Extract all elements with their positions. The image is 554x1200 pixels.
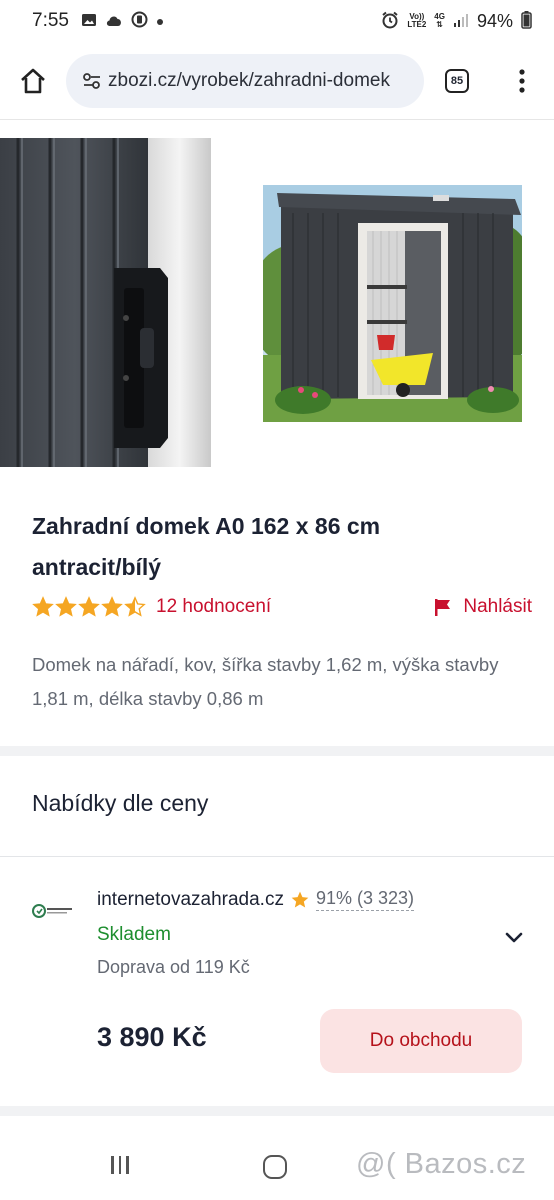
report-link[interactable]: Nahlásit	[433, 596, 532, 618]
volte-indicator: Vo)) LTE2	[407, 13, 426, 29]
star-icon	[291, 891, 309, 907]
go-to-shop-button[interactable]: Do obchodu	[320, 1009, 522, 1073]
cloud-icon	[105, 13, 123, 30]
star-icon	[124, 596, 146, 617]
section-divider	[0, 746, 554, 756]
browser-toolbar: zbozi.cz/vyrobek/zahradni-domek 85	[0, 42, 554, 120]
report-label: Nahlásit	[463, 596, 532, 617]
star-icon	[101, 596, 123, 617]
reviews-link[interactable]: 12 hodnocení	[156, 596, 271, 618]
tune-icon[interactable]	[76, 72, 108, 90]
product-description: Domek na nářadí, kov, šířka stavby 1,62 …	[32, 654, 499, 709]
more-options-button[interactable]	[490, 42, 554, 120]
expand-offer-button[interactable]	[500, 926, 528, 950]
shop-row: internetovazahrada.cz 91% (3 323)	[97, 888, 415, 911]
more-vert-icon	[519, 68, 525, 93]
shop-logo	[32, 900, 74, 922]
divider	[0, 856, 554, 857]
offer-price: 3 890 Kč	[97, 1022, 207, 1052]
signal-icon	[453, 12, 469, 31]
dot-icon	[156, 14, 164, 29]
offers-section-title: Nabídky dle ceny	[32, 790, 209, 816]
battery-icon	[521, 10, 532, 32]
star-icon	[32, 596, 54, 617]
product-title-line2: antracit/bílý	[32, 554, 162, 580]
star-icon	[78, 596, 100, 617]
shop-rating[interactable]: 91% (3 323)	[315, 888, 415, 911]
recents-button[interactable]	[108, 1156, 132, 1178]
product-image-detail[interactable]	[0, 138, 211, 467]
alarm-icon	[381, 11, 399, 32]
watermark: @( Bazos.cz	[356, 1148, 527, 1180]
status-time: 7:55	[32, 10, 69, 31]
rating-stars	[32, 596, 146, 618]
home-icon	[21, 68, 45, 93]
product-title: Zahradní domek A0 162 x 86 cm antracit/b…	[32, 506, 502, 588]
product-image-main[interactable]	[263, 185, 522, 422]
system-home-button[interactable]	[263, 1155, 287, 1179]
stock-status: Skladem	[97, 924, 171, 945]
chevron-down-icon	[505, 932, 523, 943]
shipping-info: Doprava od 119 Kč	[97, 957, 250, 977]
rating-row: 12 hodnocení Nahlásit	[32, 592, 532, 622]
shop-name[interactable]: internetovazahrada.cz	[97, 889, 284, 911]
home-button[interactable]	[0, 42, 66, 120]
battery-level: 94%	[476, 10, 513, 31]
status-bar: 7:55 Vo)) LTE2 4G ⇅ 94%	[0, 0, 554, 42]
app-notification-icon	[131, 11, 148, 31]
image-icon	[81, 12, 97, 31]
product-title-line1: Zahradní domek A0 162 x 86 cm	[32, 513, 381, 539]
data-arrows-icon: ⇅	[436, 20, 443, 29]
star-icon	[55, 596, 77, 617]
flag-icon	[435, 599, 451, 616]
volte-bottom: LTE2	[407, 20, 427, 29]
tabs-count: 85	[450, 74, 464, 87]
tabs-icon: 85	[445, 68, 469, 93]
tabs-button[interactable]: 85	[424, 42, 490, 120]
address-bar[interactable]: zbozi.cz/vyrobek/zahradni-domek	[66, 53, 424, 108]
section-divider-bottom	[0, 1106, 554, 1116]
url-text: zbozi.cz/vyrobek/zahradni-domek	[108, 69, 390, 91]
data-type-indicator: 4G ⇅	[434, 13, 445, 29]
